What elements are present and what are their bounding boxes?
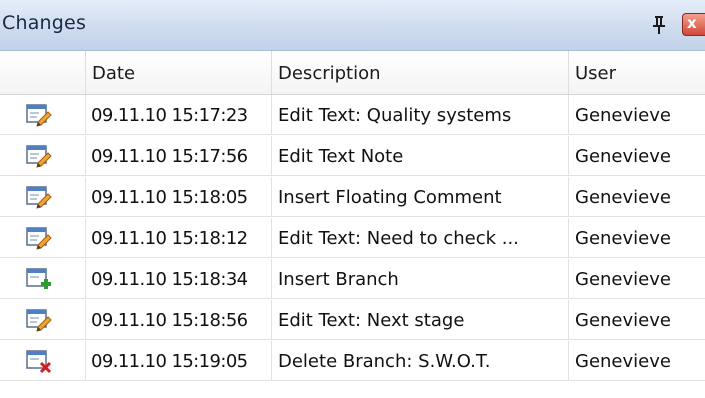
- change-type-cell: [0, 136, 86, 176]
- table-row[interactable]: 09.11.10 15:18:56 Edit Text: Next stage …: [0, 300, 705, 340]
- change-type-cell: [0, 218, 86, 258]
- column-header-icon[interactable]: [0, 51, 86, 94]
- user-cell: Genevieve: [569, 259, 705, 299]
- close-panel-button[interactable]: x: [682, 13, 705, 36]
- change-type-cell: [0, 259, 86, 299]
- table-row[interactable]: 09.11.10 15:18:12 Edit Text: Need to che…: [0, 218, 705, 258]
- change-type-cell: [0, 300, 86, 340]
- description-cell: Insert Floating Comment: [272, 177, 569, 217]
- table-row[interactable]: 09.11.10 15:17:56 Edit Text Note Genevie…: [0, 136, 705, 176]
- pin-icon[interactable]: [652, 15, 666, 35]
- user-cell: Genevieve: [569, 95, 705, 135]
- panel-title: Changes: [2, 12, 87, 34]
- change-type-cell: [0, 95, 86, 135]
- date-cell: 09.11.10 15:18:05: [86, 177, 272, 217]
- date-cell: 09.11.10 15:19:05: [86, 341, 272, 381]
- user-cell: Genevieve: [569, 177, 705, 217]
- changes-panel: Changes x Date Description User 09.11.10…: [0, 0, 705, 398]
- date-cell: 09.11.10 15:18:34: [86, 259, 272, 299]
- close-icon: x: [687, 14, 697, 32]
- date-cell: 09.11.10 15:18:56: [86, 300, 272, 340]
- user-cell: Genevieve: [569, 300, 705, 340]
- column-header-user[interactable]: User: [569, 51, 705, 94]
- table-row[interactable]: 09.11.10 15:17:23 Edit Text: Quality sys…: [0, 95, 705, 135]
- date-cell: 09.11.10 15:17:23: [86, 95, 272, 135]
- description-cell: Insert Branch: [272, 259, 569, 299]
- description-cell: Edit Text: Next stage: [272, 300, 569, 340]
- user-cell: Genevieve: [569, 341, 705, 381]
- column-header-description[interactable]: Description: [272, 51, 569, 94]
- date-cell: 09.11.10 15:18:12: [86, 218, 272, 258]
- table-row[interactable]: 09.11.10 15:19:05 Delete Branch: S.W.O.T…: [0, 341, 705, 381]
- table-row[interactable]: 09.11.10 15:18:05 Insert Floating Commen…: [0, 177, 705, 217]
- user-cell: Genevieve: [569, 218, 705, 258]
- change-type-cell: [0, 341, 86, 381]
- description-cell: Edit Text: Quality systems: [272, 95, 569, 135]
- panel-title-bar: Changes x: [0, 0, 705, 51]
- user-cell: Genevieve: [569, 136, 705, 176]
- description-cell: Edit Text: Need to check ...: [272, 218, 569, 258]
- date-cell: 09.11.10 15:17:56: [86, 136, 272, 176]
- table-row[interactable]: 09.11.10 15:18:34 Insert Branch Geneviev…: [0, 259, 705, 299]
- table-header: Date Description User: [0, 51, 705, 95]
- description-cell: Edit Text Note: [272, 136, 569, 176]
- description-cell: Delete Branch: S.W.O.T.: [272, 341, 569, 381]
- change-type-cell: [0, 177, 86, 217]
- column-header-date[interactable]: Date: [86, 51, 272, 94]
